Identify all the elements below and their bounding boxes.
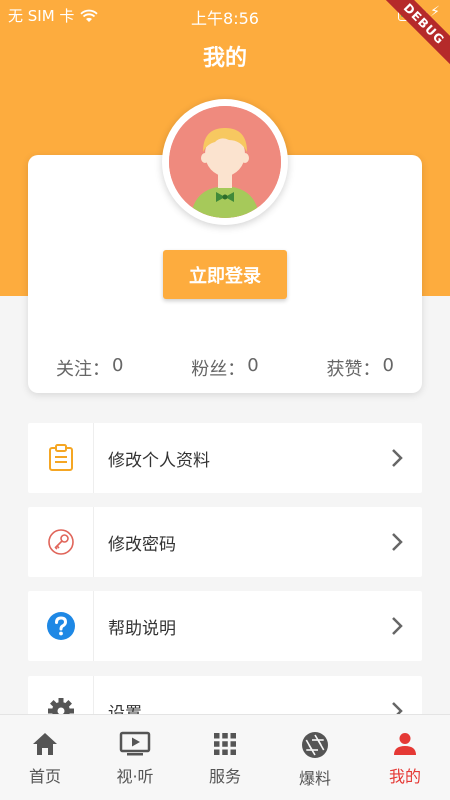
status-time: 上午8:56 bbox=[191, 9, 259, 28]
menu-item-edit-profile[interactable]: 修改个人资料 bbox=[28, 423, 422, 493]
aperture-icon bbox=[302, 732, 328, 758]
menu-item-label: 修改密码 bbox=[108, 534, 176, 555]
person-icon bbox=[394, 733, 416, 755]
nav-tab-video[interactable]: 视·听 bbox=[90, 715, 180, 800]
stat-label: 粉丝： bbox=[191, 359, 246, 380]
page-title: 我的 bbox=[202, 46, 247, 71]
key-icon bbox=[47, 529, 74, 555]
stat-followers[interactable]: 粉丝： 0 bbox=[191, 355, 258, 381]
tv-play-icon bbox=[119, 731, 151, 756]
login-button[interactable]: 立即登录 bbox=[163, 250, 287, 299]
nav-label: 爆料 bbox=[298, 769, 331, 788]
grid-icon bbox=[214, 733, 236, 755]
nav-label: 服务 bbox=[208, 767, 241, 786]
stat-label: 获赞： bbox=[326, 359, 381, 380]
menu-item-label: 帮助说明 bbox=[108, 618, 176, 639]
nav-label: 首页 bbox=[28, 767, 61, 786]
stat-value: 0 bbox=[112, 355, 124, 376]
help-icon bbox=[46, 612, 75, 640]
clipboard-icon bbox=[48, 444, 73, 471]
nav-label: 我的 bbox=[388, 767, 421, 786]
home-icon bbox=[33, 733, 57, 755]
stat-value: 0 bbox=[382, 355, 394, 376]
menu-item-label: 修改个人资料 bbox=[108, 450, 210, 471]
bottom-navigation: 首页 视·听 服务 爆料 我的 bbox=[0, 714, 450, 800]
chevron-right-icon bbox=[392, 449, 403, 467]
nav-label: 视·听 bbox=[116, 767, 154, 786]
stat-value: 0 bbox=[247, 355, 259, 376]
nav-tab-mine[interactable]: 我的 bbox=[360, 715, 450, 800]
stat-following[interactable]: 关注： 0 bbox=[56, 355, 123, 381]
avatar[interactable] bbox=[162, 99, 288, 225]
menu-item-help[interactable]: 帮助说明 bbox=[28, 591, 422, 661]
avatar-illustration-icon bbox=[169, 106, 281, 218]
nav-tab-home[interactable]: 首页 bbox=[0, 715, 90, 800]
profile-stats: 关注： 0 粉丝： 0 获赞： 0 bbox=[28, 355, 422, 381]
menu-item-change-password[interactable]: 修改密码 bbox=[28, 507, 422, 577]
stat-label: 关注： bbox=[56, 359, 110, 380]
nav-tab-report[interactable]: 爆料 bbox=[270, 715, 360, 800]
status-bar: 无 SIM 卡 上午8:56 ⚡ bbox=[0, 0, 450, 30]
chevron-right-icon bbox=[392, 533, 403, 551]
nav-tab-services[interactable]: 服务 bbox=[180, 715, 270, 800]
stat-likes[interactable]: 获赞： 0 bbox=[327, 355, 394, 381]
chevron-right-icon bbox=[392, 617, 403, 635]
